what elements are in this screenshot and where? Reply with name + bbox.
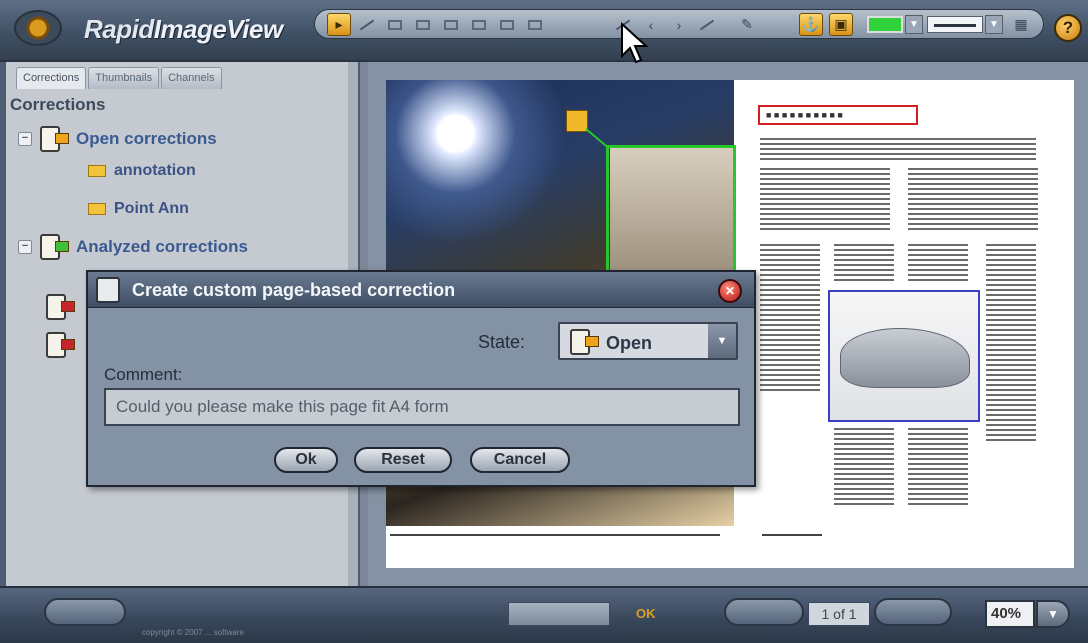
status-text: OK <box>636 606 656 621</box>
page-footer <box>762 534 822 536</box>
line-tool-icon[interactable]: › <box>667 13 691 36</box>
chevron-down-icon[interactable]: ▼ <box>905 15 923 34</box>
collapse-icon[interactable]: − <box>18 132 32 146</box>
eye-logo-icon <box>14 10 62 46</box>
state-label: State: <box>478 332 526 352</box>
close-button[interactable]: ✕ <box>718 279 742 303</box>
comment-field[interactable]: Could you please make this page fit A4 f… <box>104 388 740 426</box>
zoom-input[interactable]: 40% <box>985 600 1035 628</box>
text-block <box>986 244 1036 444</box>
rectangle-tool-icon[interactable] <box>495 13 519 36</box>
correction-dialog: Create custom page-based correction ✕ St… <box>86 270 756 487</box>
rectangle-tool-icon[interactable] <box>411 13 435 36</box>
mouse-cursor-icon <box>621 22 649 64</box>
dialog-titlebar[interactable]: Create custom page-based correction ✕ <box>88 272 754 308</box>
help-button[interactable]: ? <box>1054 14 1082 42</box>
status-bar: OK 1 of 1 40% ▼ copyright © 2007 ... sof… <box>0 586 1088 643</box>
app-title-part1: Rapid <box>84 14 154 44</box>
open-correction-icon <box>570 329 599 355</box>
state-value: Open <box>606 333 653 353</box>
tab-thumbnails[interactable]: Thumbnails <box>88 67 160 89</box>
app-title-part2: ImageView <box>153 14 283 44</box>
rectangle-tool-icon[interactable] <box>439 13 463 36</box>
annotation-toolbar: ▸ ‹ › ✎ ⚓ ▣ ▼ ▼ ▦ <box>314 9 1044 39</box>
sidebar-tabs: Corrections Thumbnails Channels <box>16 67 222 89</box>
tree-group-rejected[interactable] <box>46 294 75 320</box>
tree-group-open-corrections[interactable]: − Open corrections <box>18 126 217 152</box>
previous-page-button[interactable] <box>724 598 804 626</box>
car-image <box>840 328 970 388</box>
page-footer <box>390 534 720 536</box>
progress-bar <box>508 602 610 626</box>
rectangle-tool-icon[interactable] <box>383 13 407 36</box>
text-block <box>760 244 820 394</box>
document-icon <box>96 277 120 303</box>
line-width-select[interactable] <box>927 16 983 33</box>
cancel-button[interactable]: Cancel <box>470 447 570 473</box>
tree-group-label: Analyzed corrections <box>76 237 248 256</box>
line-tool-icon[interactable] <box>695 13 719 36</box>
chevron-down-icon[interactable]: ▼ <box>708 324 736 358</box>
state-select[interactable]: Open ▼ <box>558 322 738 360</box>
ok-button[interactable]: Ok <box>274 447 338 473</box>
text-block <box>760 168 890 232</box>
closed-correction-icon <box>46 332 75 358</box>
rectangle-tool-icon[interactable] <box>467 13 491 36</box>
annotation-icon <box>88 203 106 215</box>
select-annotation-icon[interactable]: ▸ <box>327 13 351 36</box>
top-bar: RapidImageView ▸ ‹ › ✎ ⚓ ▣ ▼ ▼ ▦ ? <box>0 0 1088 62</box>
tab-corrections[interactable]: Corrections <box>16 67 87 89</box>
page-indicator[interactable]: 1 of 1 <box>808 602 870 626</box>
text-block <box>908 168 1038 232</box>
analyzed-correction-icon <box>40 234 69 260</box>
rectangle-annotation[interactable] <box>606 145 736 273</box>
chevron-down-icon[interactable]: ▼ <box>985 15 1003 34</box>
rectangle-tool-icon[interactable] <box>523 13 547 36</box>
tree-group-other[interactable] <box>46 332 75 358</box>
anchor-icon[interactable]: ⚓ <box>799 13 823 36</box>
dialog-title: Create custom page-based correction <box>132 280 456 300</box>
open-correction-icon <box>40 126 69 152</box>
collapse-icon[interactable]: − <box>18 240 32 254</box>
annotation-icon <box>88 165 106 177</box>
comment-label: Comment: <box>104 365 183 384</box>
app-title: RapidImageView <box>84 14 283 45</box>
text-block <box>834 428 894 508</box>
image-annotation[interactable] <box>828 290 980 422</box>
text-block <box>908 428 968 508</box>
tab-channels[interactable]: Channels <box>161 67 222 89</box>
tree-group-label: Open corrections <box>76 129 217 148</box>
tree-group-analyzed-corrections[interactable]: − Analyzed corrections <box>18 234 248 260</box>
copyright-text: copyright © 2007 ... software <box>142 628 244 637</box>
text-block <box>834 244 894 284</box>
arrow-tool-icon[interactable] <box>355 13 379 36</box>
pen-tool-icon[interactable]: ✎ <box>735 13 759 36</box>
next-page-button[interactable] <box>874 598 952 626</box>
text-block <box>908 244 968 284</box>
headline-annotation[interactable]: ■ ■ ■ ■ ■ ■ ■ ■ ■ ■ <box>758 105 918 125</box>
properties-icon[interactable]: ▦ <box>1009 13 1033 36</box>
tree-heading: Corrections <box>10 95 106 114</box>
note-icon[interactable]: ▣ <box>829 13 853 36</box>
text-block <box>760 138 1036 160</box>
rejected-correction-icon <box>46 294 75 320</box>
tree-item-label: annotation <box>114 162 196 179</box>
menu-button[interactable] <box>44 598 126 626</box>
app-window: RapidImageView ▸ ‹ › ✎ ⚓ ▣ ▼ ▼ ▦ ? Corre… <box>0 0 1088 643</box>
color-swatch[interactable] <box>867 16 903 33</box>
reset-button[interactable]: Reset <box>354 447 452 473</box>
tree-item-annotation[interactable]: annotation <box>88 162 196 180</box>
tree-item-label: Point Ann <box>114 200 189 217</box>
tree-item-point-ann[interactable]: Point Ann <box>88 200 189 218</box>
chevron-down-icon[interactable]: ▼ <box>1036 600 1070 628</box>
